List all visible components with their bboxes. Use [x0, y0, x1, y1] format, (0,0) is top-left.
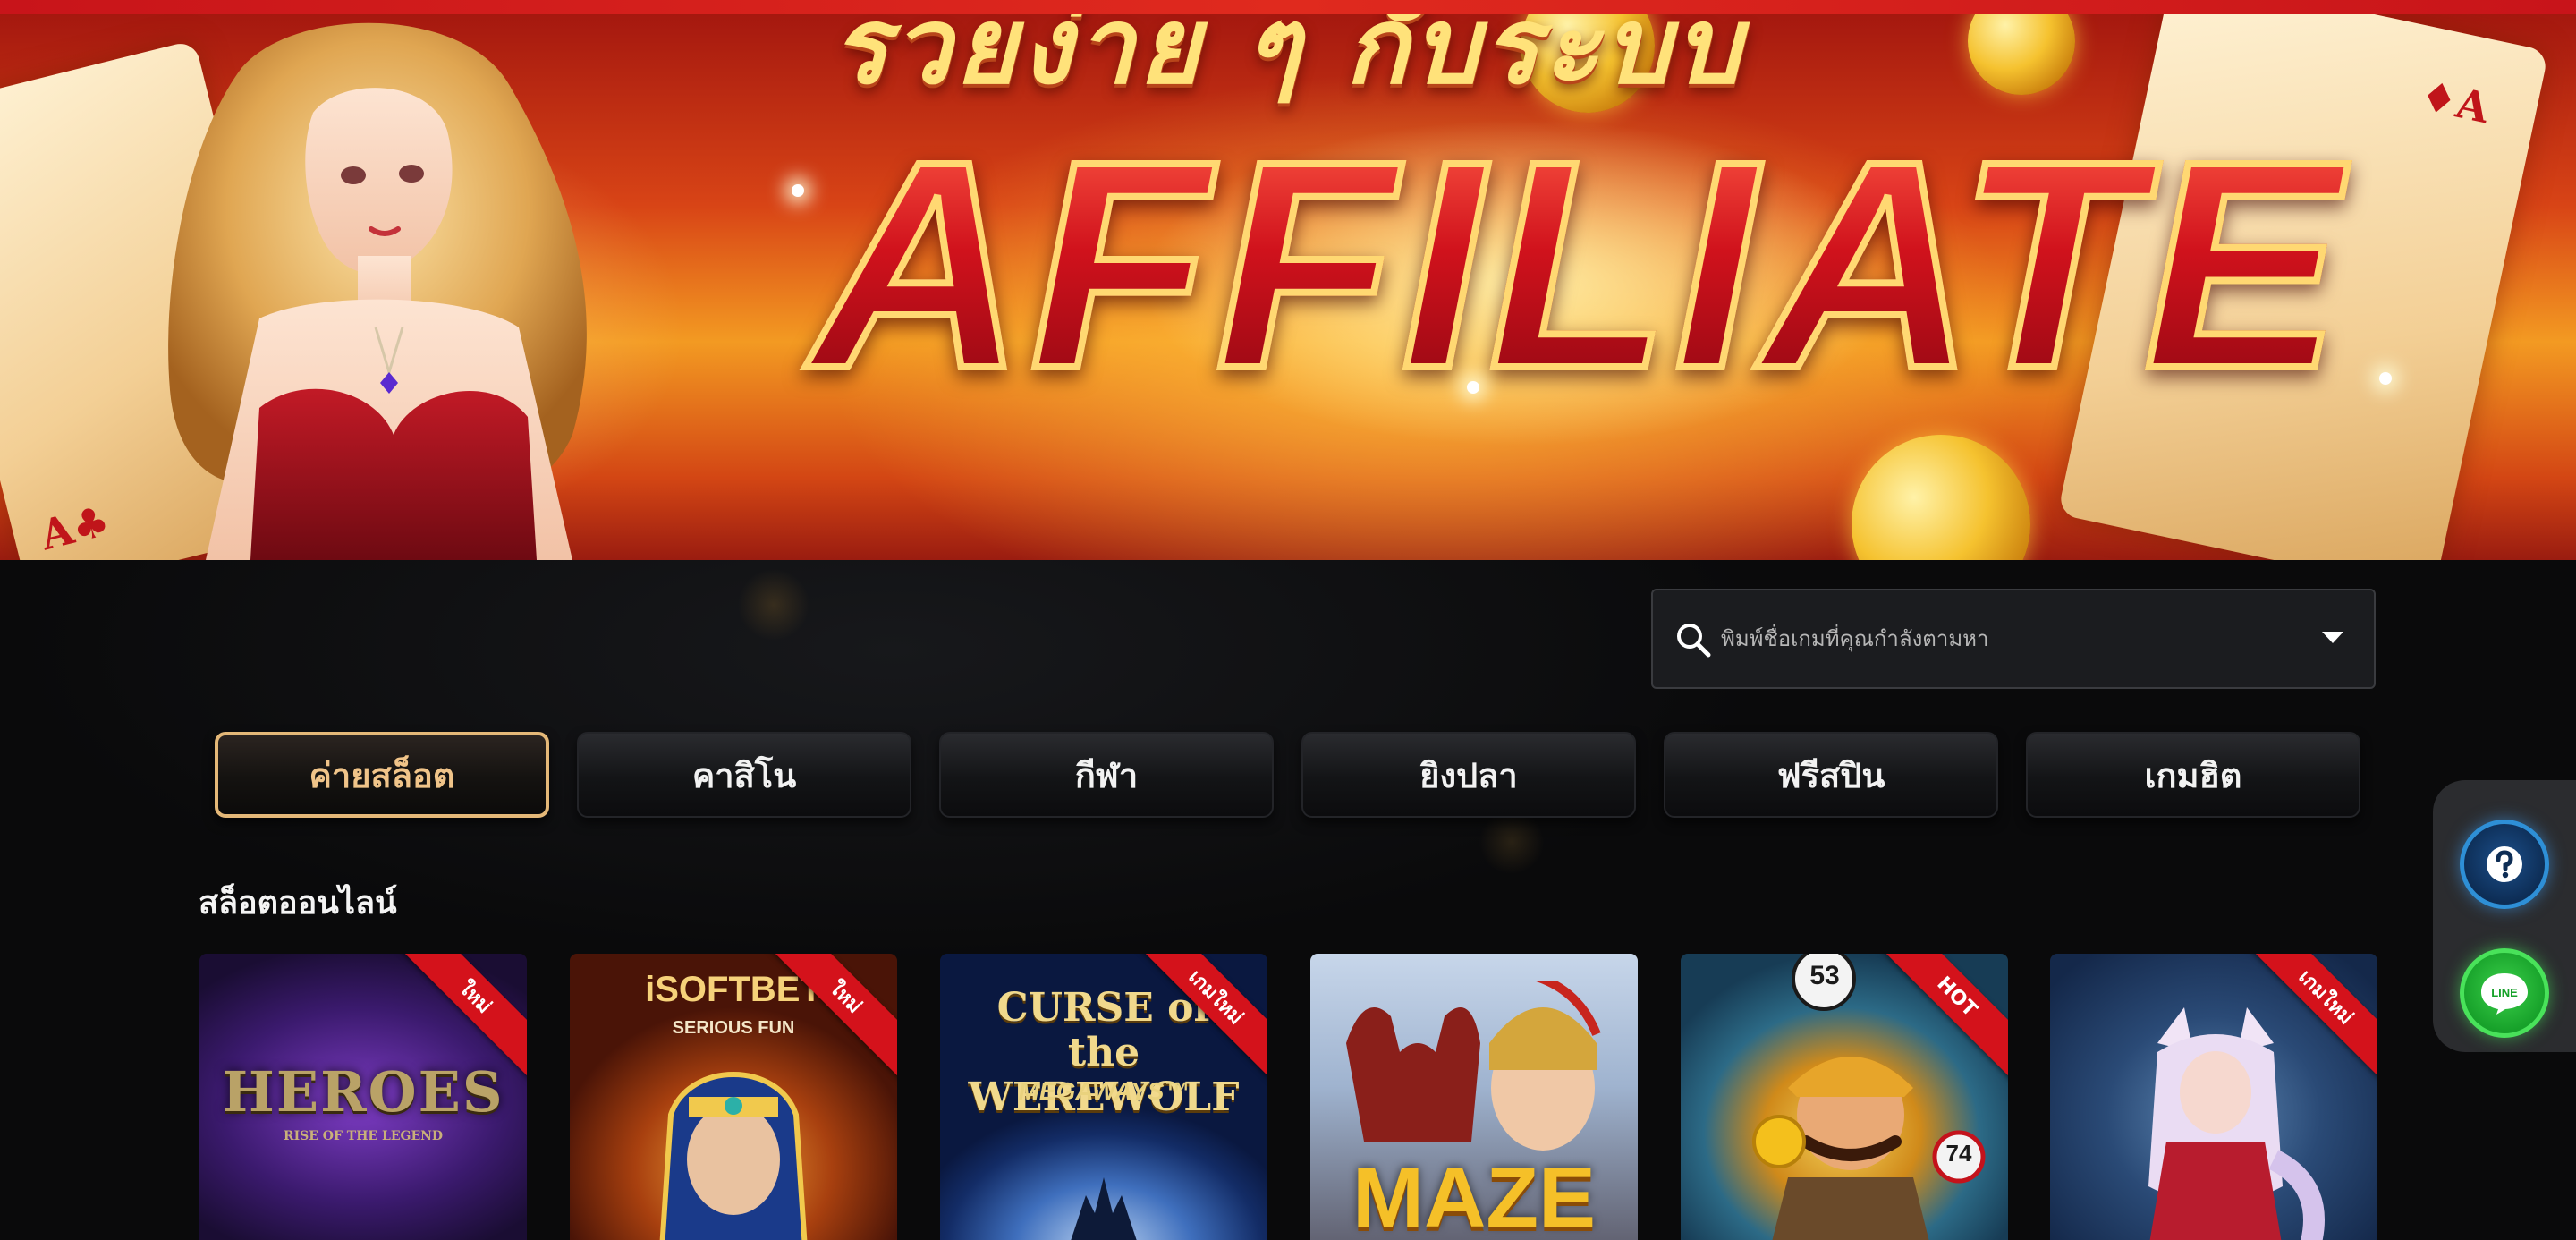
game-search-box[interactable]	[1651, 589, 2376, 689]
lottery-ball-number: 74	[1945, 1140, 1972, 1167]
wolf-silhouette-icon	[1071, 1177, 1137, 1240]
tab-free-spins[interactable]: ฟรีสปิน	[1664, 732, 1998, 818]
chevron-down-icon[interactable]	[2322, 632, 2343, 644]
card-suit-left: A♣	[35, 496, 114, 560]
sparkle	[1467, 381, 1479, 394]
game-sublogo: MEGAWAYS™	[1018, 1077, 1190, 1105]
affiliate-hero-banner[interactable]: A♣ ♦A รวยง่าย ๆ กับระบบ AFFILIATE	[0, 14, 2576, 560]
floating-contact-dock: LINE	[2433, 780, 2576, 1052]
section-title: สล็อตออนไลน์	[199, 885, 397, 922]
tab-fishing[interactable]: ยิงปลา	[1301, 732, 1636, 818]
game-card-isoftbet[interactable]: iSOFTBET SERIOUS FUN ใหม่	[570, 954, 897, 1240]
game-card-maze[interactable]: MAZE	[1310, 954, 1638, 1240]
search-icon	[1677, 624, 1711, 658]
page: A♣ ♦A รวยง่าย ๆ กับระบบ AFFILIATE พิมพ์ช…	[0, 0, 2576, 1240]
top-accent-strip	[0, 0, 2576, 14]
game-card-gold-miner[interactable]: 53 74 HOT	[1681, 954, 2008, 1240]
tab-sports[interactable]: กีฬา	[939, 732, 1274, 818]
pharaoh-queen-icon	[659, 1072, 808, 1240]
sparkle	[2379, 372, 2392, 385]
search-input[interactable]	[1721, 612, 2293, 666]
line-chat-icon: LINE	[2481, 973, 2528, 1015]
game-logo: MAZE	[1352, 1150, 1596, 1240]
tab-casino[interactable]: คาสิโน	[577, 732, 911, 818]
tab-hit-games[interactable]: เกมฮิต	[2026, 732, 2360, 818]
game-card-curse-of-the-werewolf[interactable]: CURSE of the WEREWOLF MEGAWAYS™ เกมใหม่	[940, 954, 1267, 1240]
miner-character-icon	[1752, 1057, 1929, 1240]
game-sublogo: RISE OF THE LEGEND	[283, 1129, 444, 1143]
game-logo: HEROES	[222, 1059, 504, 1125]
sparkle	[792, 184, 804, 197]
line-label: LINE	[2491, 986, 2518, 999]
question-mark-icon	[2487, 846, 2522, 882]
tab-slot-providers[interactable]: ค่ายสล็อต	[215, 732, 549, 818]
line-chat-button[interactable]: LINE	[2460, 948, 2549, 1038]
game-card-fox-spirit[interactable]: เกมใหม่	[2050, 954, 2377, 1240]
game-card-heroes[interactable]: HEROES RISE OF THE LEGEND ใหม่	[199, 954, 527, 1240]
help-button[interactable]	[2460, 820, 2549, 909]
fox-spirit-character-icon	[2148, 1007, 2325, 1240]
hero-affiliate-title: AFFILIATE	[662, 114, 2496, 416]
gold-coin	[1852, 435, 2030, 560]
